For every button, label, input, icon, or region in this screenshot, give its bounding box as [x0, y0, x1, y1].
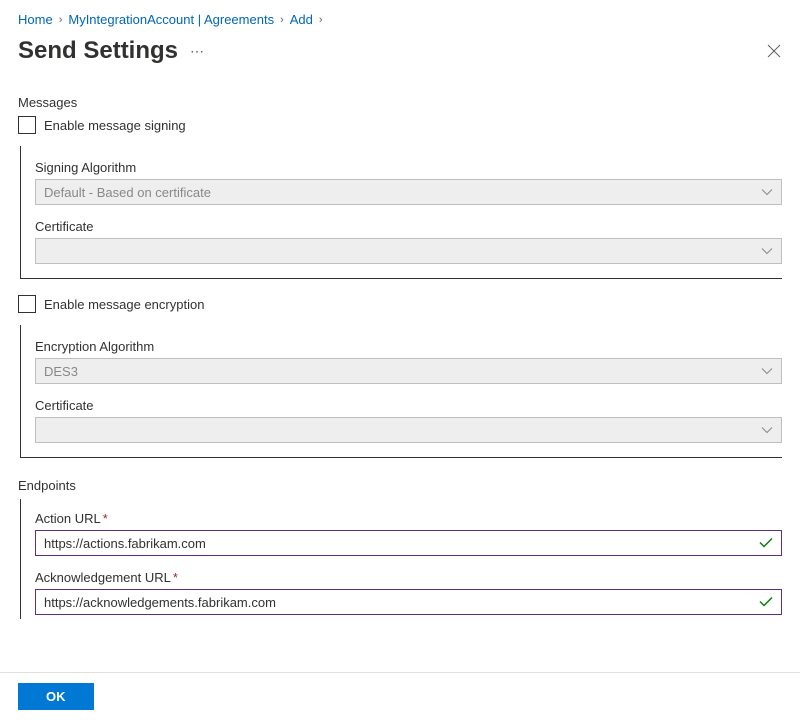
ack-url-label: Acknowledgement URL* — [35, 570, 782, 585]
check-icon — [759, 536, 773, 551]
encryption-group: Encryption Algorithm DES3 Certificate — [20, 325, 782, 458]
encryption-certificate-select[interactable] — [35, 417, 782, 443]
chevron-right-icon: › — [59, 14, 63, 26]
encryption-algorithm-select[interactable]: DES3 — [35, 358, 782, 384]
chevron-down-icon — [761, 185, 773, 200]
chevron-down-icon — [761, 423, 773, 438]
chevron-right-icon: › — [280, 14, 284, 26]
enable-signing-checkbox[interactable] — [18, 116, 36, 134]
endpoints-heading: Endpoints — [18, 478, 782, 493]
signing-certificate-select[interactable] — [35, 238, 782, 264]
action-url-label: Action URL* — [35, 511, 782, 526]
enable-signing-label: Enable message signing — [44, 118, 186, 133]
chevron-down-icon — [761, 364, 773, 379]
encryption-algorithm-label: Encryption Algorithm — [35, 339, 782, 354]
action-url-value: https://actions.fabrikam.com — [44, 536, 206, 551]
encryption-certificate-label: Certificate — [35, 398, 782, 413]
chevron-down-icon — [761, 244, 773, 259]
signing-algorithm-label: Signing Algorithm — [35, 160, 782, 175]
signing-algorithm-select[interactable]: Default - Based on certificate — [35, 179, 782, 205]
enable-encryption-label: Enable message encryption — [44, 297, 204, 312]
enable-encryption-checkbox[interactable] — [18, 295, 36, 313]
signing-algorithm-value: Default - Based on certificate — [44, 185, 211, 200]
page-title: Send Settings — [18, 37, 178, 65]
encryption-algorithm-value: DES3 — [44, 364, 78, 379]
check-icon — [759, 595, 773, 610]
breadcrumb: Home › MyIntegrationAccount | Agreements… — [18, 12, 782, 27]
action-url-input[interactable]: https://actions.fabrikam.com — [35, 530, 782, 556]
breadcrumb-integration-account[interactable]: MyIntegrationAccount | Agreements — [68, 12, 274, 27]
breadcrumb-home[interactable]: Home — [18, 12, 53, 27]
ack-url-value: https://acknowledgements.fabrikam.com — [44, 595, 276, 610]
endpoints-group: Action URL* https://actions.fabrikam.com… — [20, 499, 782, 619]
footer: OK — [0, 672, 800, 720]
ack-url-input[interactable]: https://acknowledgements.fabrikam.com — [35, 589, 782, 615]
signing-group: Signing Algorithm Default - Based on cer… — [20, 146, 782, 279]
chevron-right-icon: › — [319, 14, 323, 26]
ok-button[interactable]: OK — [18, 683, 94, 710]
close-icon[interactable] — [766, 43, 782, 59]
breadcrumb-add[interactable]: Add — [290, 12, 313, 27]
messages-heading: Messages — [18, 95, 782, 110]
more-actions-icon[interactable]: ⋯ — [190, 43, 205, 60]
signing-certificate-label: Certificate — [35, 219, 782, 234]
